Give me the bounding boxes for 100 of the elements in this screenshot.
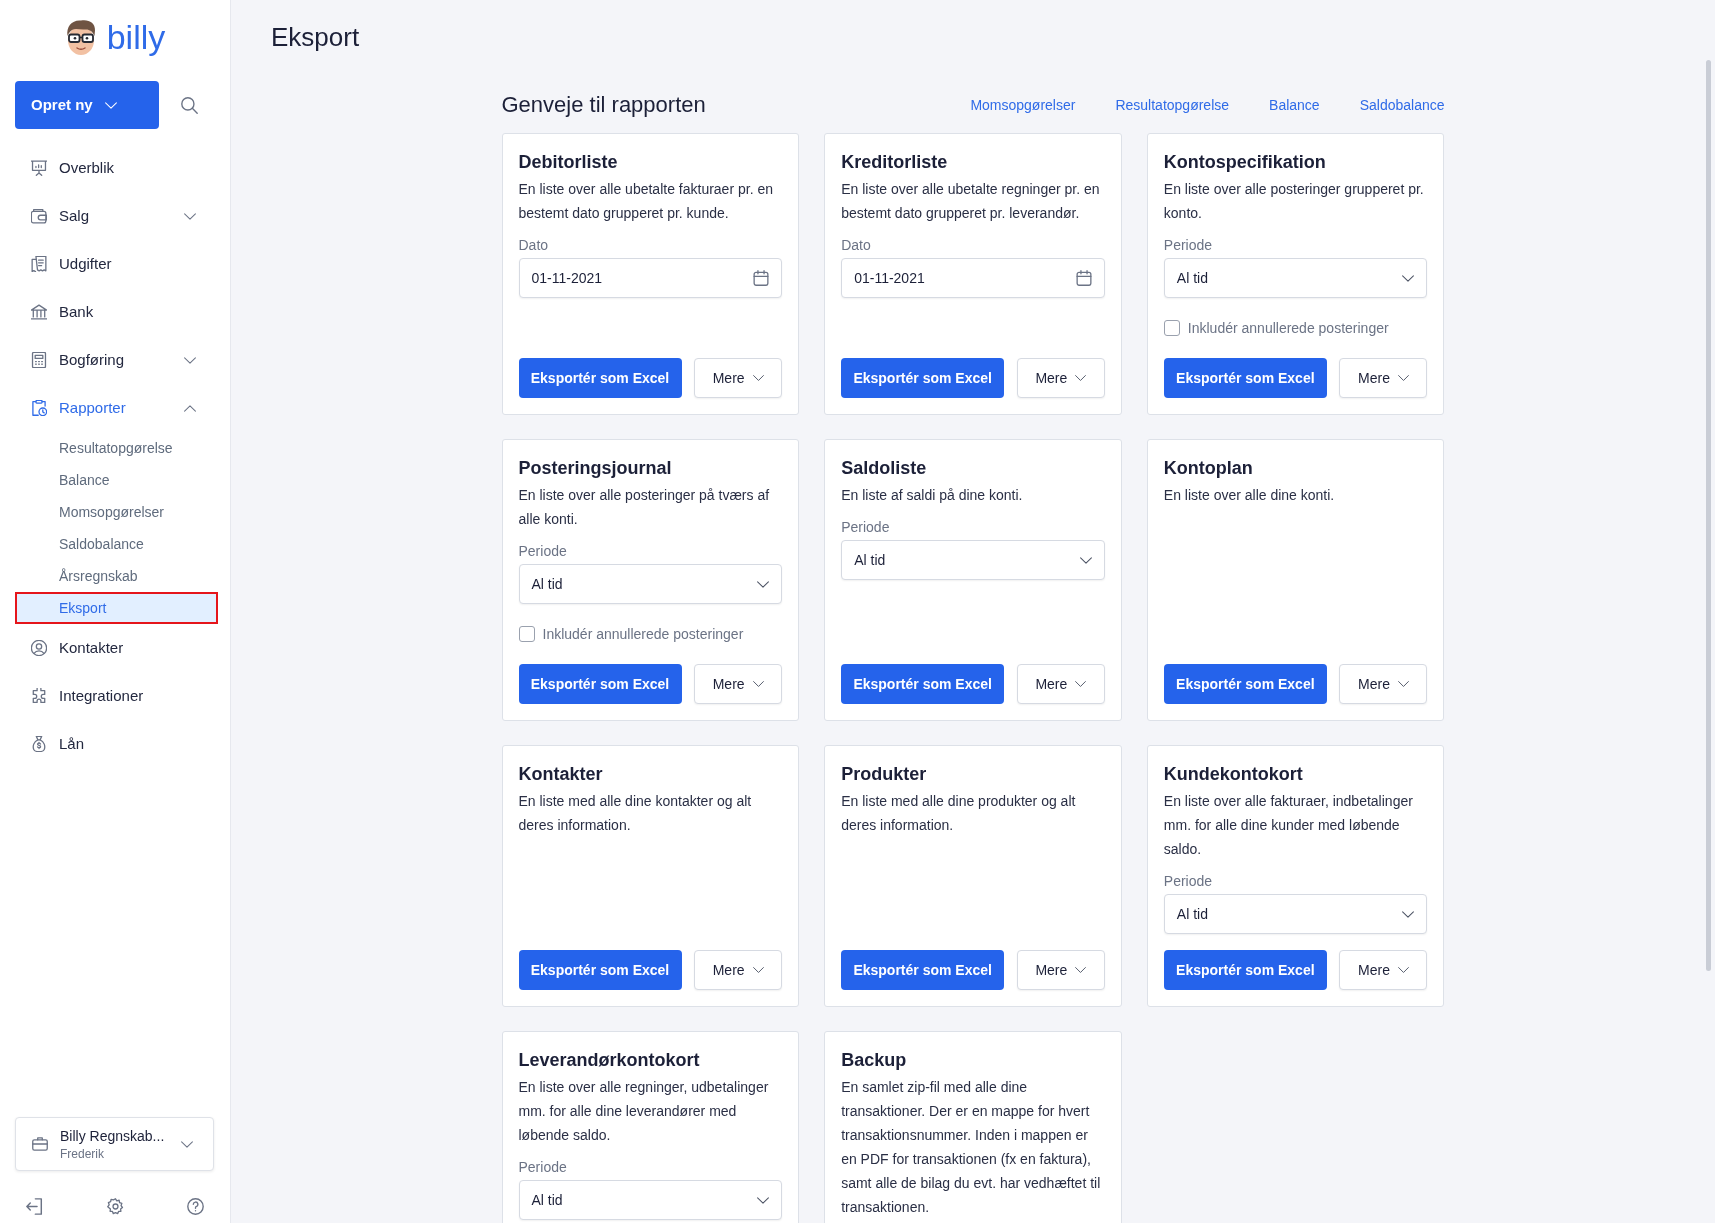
chevron-down-icon (1075, 375, 1087, 381)
field-label: Periode (518, 1158, 568, 1177)
account-switcher[interactable]: Billy Regnskab... Frederik (15, 1117, 214, 1171)
help-icon[interactable] (187, 1198, 204, 1215)
dropdown-field[interactable]: Al tid (518, 1180, 783, 1220)
dropdown-field[interactable]: Al tid (841, 540, 1105, 580)
dropdown-field[interactable]: Al tid (518, 564, 783, 604)
nav-item[interactable]: Integrationer (15, 672, 218, 720)
receipts-icon (31, 256, 47, 272)
report-link[interactable]: Momsopgørelser (970, 95, 1076, 115)
section-title: Genveje til rapporten (501, 91, 706, 119)
chevron-down-icon (1397, 375, 1409, 381)
export-button[interactable]: Eksportér som Excel (841, 664, 1005, 704)
chevron-down-icon (1397, 681, 1409, 687)
nav-subitem[interactable]: Balance (15, 464, 218, 496)
export-button[interactable]: Eksportér som Excel (841, 950, 1005, 990)
card-title: Kundekontokort (1163, 763, 1304, 786)
export-button[interactable]: Eksportér som Excel (518, 358, 682, 398)
card-description: En liste over alle dine konti. (1163, 486, 1336, 505)
card-title: Kreditorliste (841, 151, 949, 174)
chevron-down-icon (1397, 967, 1409, 973)
nav-item[interactable]: Kontakter (15, 624, 218, 672)
checkbox[interactable] (1163, 320, 1180, 336)
more-button[interactable]: Mere (1016, 664, 1105, 704)
card-description: En liste over alle ubetalte fakturaer pr. en bestemt dato grupperet pr. kunde. (518, 180, 774, 223)
nav-item[interactable]: Bogføring (15, 336, 218, 384)
card-title: Saldoliste (841, 457, 928, 480)
settings-icon[interactable] (106, 1198, 124, 1215)
card-description: En liste af saldi på dine konti. (841, 486, 1024, 505)
card-description: En liste over alle regninger, udbetalinger mm. for alle dine leverandører med løbende saldo. (518, 1078, 770, 1145)
clipboard-clock-icon (31, 400, 47, 416)
more-button[interactable]: Mere (1339, 358, 1428, 398)
card-description: En liste over alle posteringer på tværs af alle konti. (518, 486, 771, 529)
nav-subitem[interactable]: Saldobalance (15, 528, 218, 560)
chevron-down-icon (752, 681, 764, 687)
export-button[interactable]: Eksportér som Excel (518, 950, 682, 990)
more-button[interactable]: Mere (694, 358, 783, 398)
chevron-down-icon (752, 375, 764, 381)
nav-subitem[interactable]: Momsopgørelser (15, 496, 218, 528)
create-button[interactable]: Opret ny (15, 81, 159, 129)
nav-subitem[interactable]: Eksport (15, 592, 218, 624)
report-link[interactable]: Balance (1269, 95, 1320, 115)
field-label: Dato (841, 236, 872, 255)
dropdown-field[interactable]: Al tid (1163, 894, 1428, 934)
export-button[interactable]: Eksportér som Excel (1163, 950, 1327, 990)
checkbox-label[interactable]: Inkludér annullerede posteringer (542, 624, 744, 644)
more-button[interactable]: Mere (1016, 358, 1105, 398)
more-button[interactable]: Mere (694, 664, 783, 704)
nav-item[interactable]: Overblik (15, 144, 218, 192)
card-description: En liste med alle dine kontakter og alt deres information. (518, 792, 753, 835)
card-title: Kontoplan (1163, 457, 1254, 480)
account-user: Frederik (60, 1145, 105, 1162)
card-title: Backup (841, 1049, 908, 1072)
calendar-icon (753, 270, 770, 286)
field-label: Periode (841, 518, 891, 537)
nav-item[interactable]: Bank (15, 288, 218, 336)
nav-subitem[interactable]: Årsregnskab (15, 560, 218, 592)
checkbox-label[interactable]: Inkludér annullerede posteringer (1187, 318, 1389, 338)
export-button[interactable]: Eksportér som Excel (841, 358, 1005, 398)
card-title: Kontakter (518, 763, 604, 786)
date-field[interactable]: 01-11-2021 (841, 258, 1105, 298)
more-button[interactable]: Mere (1016, 950, 1105, 990)
chevron-down-icon (752, 967, 764, 973)
export-button[interactable]: Eksportér som Excel (1163, 664, 1327, 704)
chevron-down-icon (1075, 967, 1087, 973)
card-description: En liste over alle ubetalte regninger pr. en bestemt dato grupperet pr. leverandør. (841, 180, 1101, 223)
field-label: Periode (518, 542, 568, 561)
chevron-down-icon (757, 580, 770, 588)
more-button[interactable]: Mere (1339, 664, 1428, 704)
chevron-down-icon (757, 1196, 770, 1204)
card-title: Kontospecifikation (1163, 151, 1327, 174)
wallet-icon (31, 208, 47, 224)
card-title: Posteringsjournal (518, 457, 673, 480)
card-title: Leverandørkontokort (518, 1049, 701, 1072)
field-label: Periode (1163, 872, 1214, 891)
date-field[interactable]: 01-11-2021 (518, 258, 783, 298)
card-description: En liste med alle dine produkter og alt deres information. (841, 792, 1077, 835)
chevron-down-icon (181, 1140, 193, 1148)
checkbox[interactable] (518, 626, 535, 642)
scrollbar-thumb[interactable] (1706, 60, 1711, 971)
more-button[interactable]: Mere (1339, 950, 1428, 990)
export-button[interactable]: Eksportér som Excel (518, 664, 682, 704)
nav-item[interactable]: Rapporter (15, 384, 218, 432)
report-link[interactable]: Saldobalance (1359, 95, 1445, 115)
more-button[interactable]: Mere (694, 950, 783, 990)
chevron-down-icon (1079, 556, 1092, 564)
money-bag-icon (31, 736, 47, 752)
export-button[interactable]: Eksportér som Excel (1163, 358, 1327, 398)
dropdown-field[interactable]: Al tid (1163, 258, 1428, 298)
search-icon[interactable] (181, 96, 198, 114)
nav-item[interactable]: Salg (15, 192, 218, 240)
logout-icon[interactable] (26, 1198, 43, 1215)
calendar-icon (1075, 270, 1092, 286)
field-label: Periode (1163, 236, 1214, 255)
card-title: Debitorliste (518, 151, 619, 174)
nav-item[interactable]: Lån (15, 720, 218, 768)
chevron-down-icon (1402, 274, 1415, 282)
nav-subitem[interactable]: Resultatopgørelse (15, 432, 218, 464)
report-link[interactable]: Resultatopgørelse (1115, 95, 1230, 115)
nav-item[interactable]: Udgifter (15, 240, 218, 288)
